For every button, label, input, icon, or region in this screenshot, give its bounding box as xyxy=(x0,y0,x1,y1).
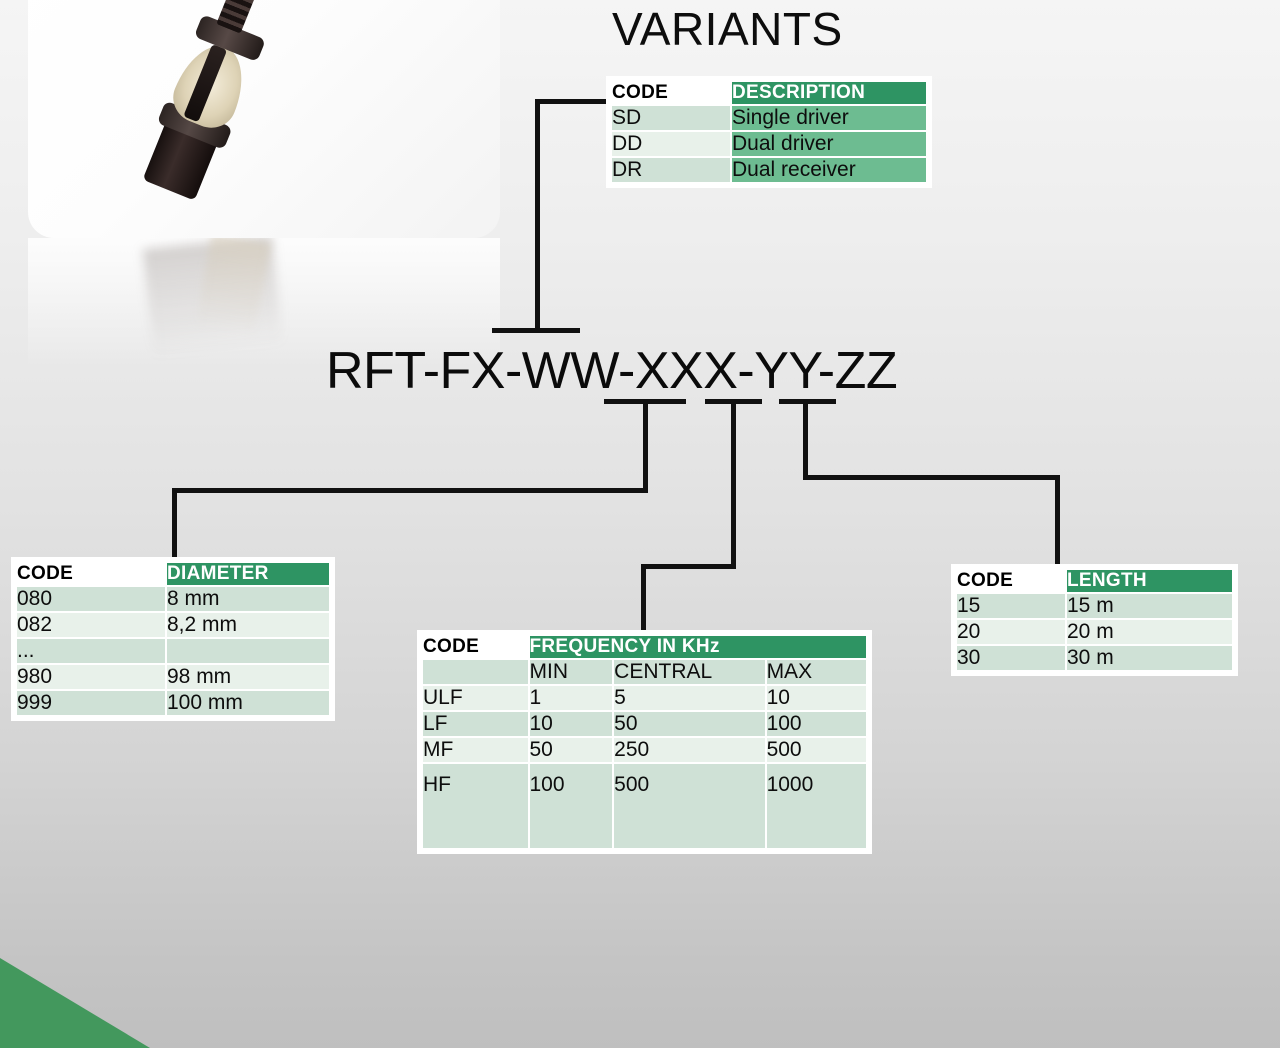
cell-central: 250 xyxy=(614,738,765,762)
diameter-table: CODE DIAMETER 080 8 mm 082 8,2 mm ... 98… xyxy=(11,557,335,721)
cell-description: Dual receiver xyxy=(732,158,926,182)
cell-code: ULF xyxy=(423,686,528,710)
cell-code: HF xyxy=(423,764,528,848)
header-diameter: DIAMETER xyxy=(167,563,329,585)
table-header-row: CODE LENGTH xyxy=(957,570,1232,592)
corner-accent-triangle xyxy=(0,958,150,1048)
header-frequency: FREQUENCY IN KHz xyxy=(529,636,866,658)
cell-code: ... xyxy=(17,639,165,663)
cell-description: Dual driver xyxy=(732,132,926,156)
cell-code: 30 xyxy=(957,646,1065,670)
connector-xxx-vertical xyxy=(643,399,648,492)
table-row: 999 100 mm xyxy=(17,691,329,715)
table-row: 20 20 m xyxy=(957,620,1232,644)
variants-table: CODE DESCRIPTION SD Single driver DD Dua… xyxy=(606,76,932,188)
connector-yy-horizontal xyxy=(641,564,736,569)
header-code: CODE xyxy=(612,82,730,104)
table-row: 15 15 m xyxy=(957,594,1232,618)
cell-length: 30 m xyxy=(1067,646,1232,670)
table-row: MF 50 250 500 xyxy=(423,738,866,762)
cell-code: 20 xyxy=(957,620,1065,644)
page-title: VARIANTS xyxy=(612,3,843,55)
cell-min: 50 xyxy=(529,738,613,762)
table-subheader-row: MIN CENTRAL MAX xyxy=(423,660,866,684)
connector-yy-vertical xyxy=(731,399,736,569)
header-length: LENGTH xyxy=(1067,570,1232,592)
table-row: 080 8 mm xyxy=(17,587,329,611)
product-code-pattern: RFT-FX-WW-XXX-YY-ZZ xyxy=(326,342,898,400)
cell-central: 500 xyxy=(614,764,765,848)
cell-max: 10 xyxy=(766,686,866,710)
connector-xxx-horizontal xyxy=(172,488,648,493)
table-row: SD Single driver xyxy=(612,106,926,130)
connector-xxx-dropdown xyxy=(172,488,177,560)
connector-zz-dropdown xyxy=(1055,475,1060,568)
cell-code: 082 xyxy=(17,613,165,637)
cell-code: 980 xyxy=(17,665,165,689)
cell-code: LF xyxy=(423,712,528,736)
cell-description: Single driver xyxy=(732,106,926,130)
cell-length: 20 m xyxy=(1067,620,1232,644)
subheader-min: MIN xyxy=(529,660,613,684)
cell-code: SD xyxy=(612,106,730,130)
header-code: CODE xyxy=(957,570,1065,592)
cell-code: MF xyxy=(423,738,528,762)
table-header-row: CODE DIAMETER xyxy=(17,563,329,585)
cell-code: DR xyxy=(612,158,730,182)
header-code: CODE xyxy=(17,563,165,585)
connector-fx-vertical xyxy=(535,99,540,331)
header-code: CODE xyxy=(423,636,528,658)
cell-diameter: 8 mm xyxy=(167,587,329,611)
connector-zz-horizontal xyxy=(803,475,1060,480)
product-photo xyxy=(75,0,384,238)
subheader-central: CENTRAL xyxy=(614,660,765,684)
table-row: DD Dual driver xyxy=(612,132,926,156)
connector-yy-dropdown xyxy=(641,564,646,634)
cell-diameter: 98 mm xyxy=(167,665,329,689)
table-row: LF 10 50 100 xyxy=(423,712,866,736)
cell-diameter: 100 mm xyxy=(167,691,329,715)
table-row: 980 98 mm xyxy=(17,665,329,689)
length-table: CODE LENGTH 15 15 m 20 20 m 30 30 m xyxy=(951,564,1238,676)
table-header-row: CODE FREQUENCY IN KHz xyxy=(423,636,866,658)
table-row: ... xyxy=(17,639,329,663)
table-row: HF 100 500 1000 xyxy=(423,764,866,848)
subheader-max: MAX xyxy=(766,660,866,684)
cell-code: 15 xyxy=(957,594,1065,618)
cell-min: 10 xyxy=(529,712,613,736)
cell-diameter xyxy=(167,639,329,663)
cell-max: 500 xyxy=(766,738,866,762)
cell-max: 100 xyxy=(766,712,866,736)
cell-code: DD xyxy=(612,132,730,156)
frequency-table: CODE FREQUENCY IN KHz MIN CENTRAL MAX UL… xyxy=(417,630,872,854)
connector-zz-vertical xyxy=(803,399,808,479)
table-row: 30 30 m xyxy=(957,646,1232,670)
cell-min: 100 xyxy=(529,764,613,848)
table-row: ULF 1 5 10 xyxy=(423,686,866,710)
header-description: DESCRIPTION xyxy=(732,82,926,104)
product-photo-card xyxy=(28,0,500,238)
table-row: 082 8,2 mm xyxy=(17,613,329,637)
cell-central: 50 xyxy=(614,712,765,736)
cell-max: 1000 xyxy=(766,764,866,848)
cell-min: 1 xyxy=(529,686,613,710)
connector-fx-horizontal xyxy=(535,99,607,104)
table-header-row: CODE DESCRIPTION xyxy=(612,82,926,104)
subheader-blank xyxy=(423,660,528,684)
cell-length: 15 m xyxy=(1067,594,1232,618)
cell-central: 5 xyxy=(614,686,765,710)
table-row: DR Dual receiver xyxy=(612,158,926,182)
cell-code: 080 xyxy=(17,587,165,611)
cell-code: 999 xyxy=(17,691,165,715)
cell-diameter: 8,2 mm xyxy=(167,613,329,637)
